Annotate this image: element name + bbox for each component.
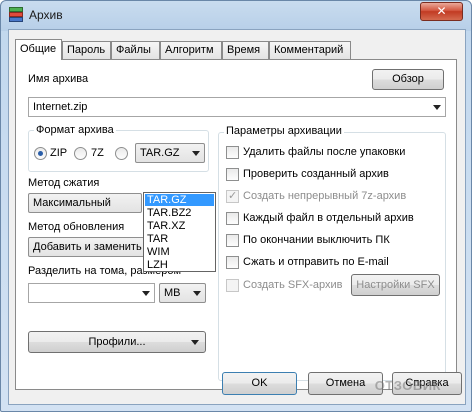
chevron-down-icon: [433, 105, 441, 110]
tab-password[interactable]: Пароль: [62, 41, 111, 59]
shutdown-checkbox[interactable]: [226, 234, 239, 247]
archive-name-label: Имя архива: [28, 73, 89, 85]
tab-time[interactable]: Время: [222, 41, 269, 59]
shutdown-label: По окончании выключить ПК: [243, 234, 390, 246]
format-zip-radio[interactable]: [34, 147, 47, 160]
chevron-down-icon: [191, 340, 199, 345]
sfx-label: Создать SFX-архив: [243, 279, 343, 291]
delete-after-pack-checkbox[interactable]: [226, 146, 239, 159]
format-option-tar-xz[interactable]: TAR.XZ: [145, 220, 214, 232]
compression-method-select[interactable]: Максимальный: [28, 193, 142, 213]
sfx-settings-button: Настройки SFX: [351, 274, 440, 296]
separate-archives-checkbox[interactable]: [226, 212, 239, 225]
compression-method-label: Метод сжатия: [28, 177, 100, 189]
chevron-down-icon: [192, 151, 200, 156]
sfx-checkbox: [226, 279, 239, 292]
format-option-tar[interactable]: TAR: [145, 233, 214, 245]
format-option-wim[interactable]: WIM: [145, 246, 214, 258]
separate-archives-label: Каждый файл в отдельный архив: [243, 212, 414, 224]
email-checkbox[interactable]: [226, 256, 239, 269]
title-bar[interactable]: Архив ✕: [1, 1, 471, 29]
tab-algorithm[interactable]: Алгоритм: [160, 41, 222, 59]
tab-general[interactable]: Общие: [15, 39, 62, 60]
format-zip-label: ZIP: [50, 147, 68, 159]
close-icon: ✕: [436, 4, 447, 18]
update-method-label: Метод обновления: [28, 221, 125, 233]
split-size-input[interactable]: [28, 283, 155, 303]
verify-archive-label: Проверить созданный архив: [243, 168, 389, 180]
format-option-tar-bz2[interactable]: TAR.BZ2: [145, 207, 214, 219]
chevron-down-icon: [193, 291, 201, 296]
app-icon: [9, 7, 23, 22]
ok-button[interactable]: OK: [222, 372, 297, 395]
general-tab-panel: Имя архива Обзор Internet.zip Формат арх…: [15, 59, 457, 390]
watermark-logo: ОТЗОВИК: [374, 378, 441, 393]
archiving-options-label: Параметры архивации: [224, 125, 344, 137]
tab-files[interactable]: Файлы: [111, 41, 160, 59]
window-title: Архив: [29, 8, 63, 22]
format-7z-radio[interactable]: [74, 147, 87, 160]
tab-comment[interactable]: Комментарий: [269, 41, 351, 59]
archive-name-input[interactable]: Internet.zip: [28, 97, 446, 117]
solid-7z-checkbox: [226, 189, 239, 203]
email-label: Сжать и отправить по E-mail: [243, 256, 389, 268]
format-dropdown-list: TAR.GZ TAR.BZ2 TAR.XZ TAR WIM LZH: [143, 192, 216, 272]
archive-format-label: Формат архива: [34, 124, 116, 136]
dialog-body: Общие Пароль Файлы Алгоритм Время Коммен…: [8, 29, 466, 405]
split-unit-select[interactable]: MB: [159, 283, 206, 303]
format-other-radio[interactable]: [115, 147, 128, 160]
format-combo[interactable]: TAR.GZ: [135, 143, 205, 163]
profiles-button[interactable]: Профили...: [28, 331, 206, 353]
format-option-tar-gz[interactable]: TAR.GZ: [145, 194, 214, 206]
archive-dialog: Архив ✕ Общие Пароль Файлы Алгоритм Врем…: [0, 0, 472, 412]
browse-button[interactable]: Обзор: [372, 69, 444, 90]
close-button[interactable]: ✕: [420, 2, 463, 21]
format-7z-label: 7Z: [91, 147, 104, 159]
cancel-button[interactable]: Отмена: [308, 372, 383, 395]
delete-after-pack-label: Удалить файлы после упаковки: [243, 146, 406, 158]
format-option-lzh[interactable]: LZH: [145, 259, 214, 271]
chevron-down-icon: [142, 291, 150, 296]
verify-archive-checkbox[interactable]: [226, 168, 239, 181]
solid-7z-label: Создать непрерывный 7z-архив: [243, 190, 407, 202]
